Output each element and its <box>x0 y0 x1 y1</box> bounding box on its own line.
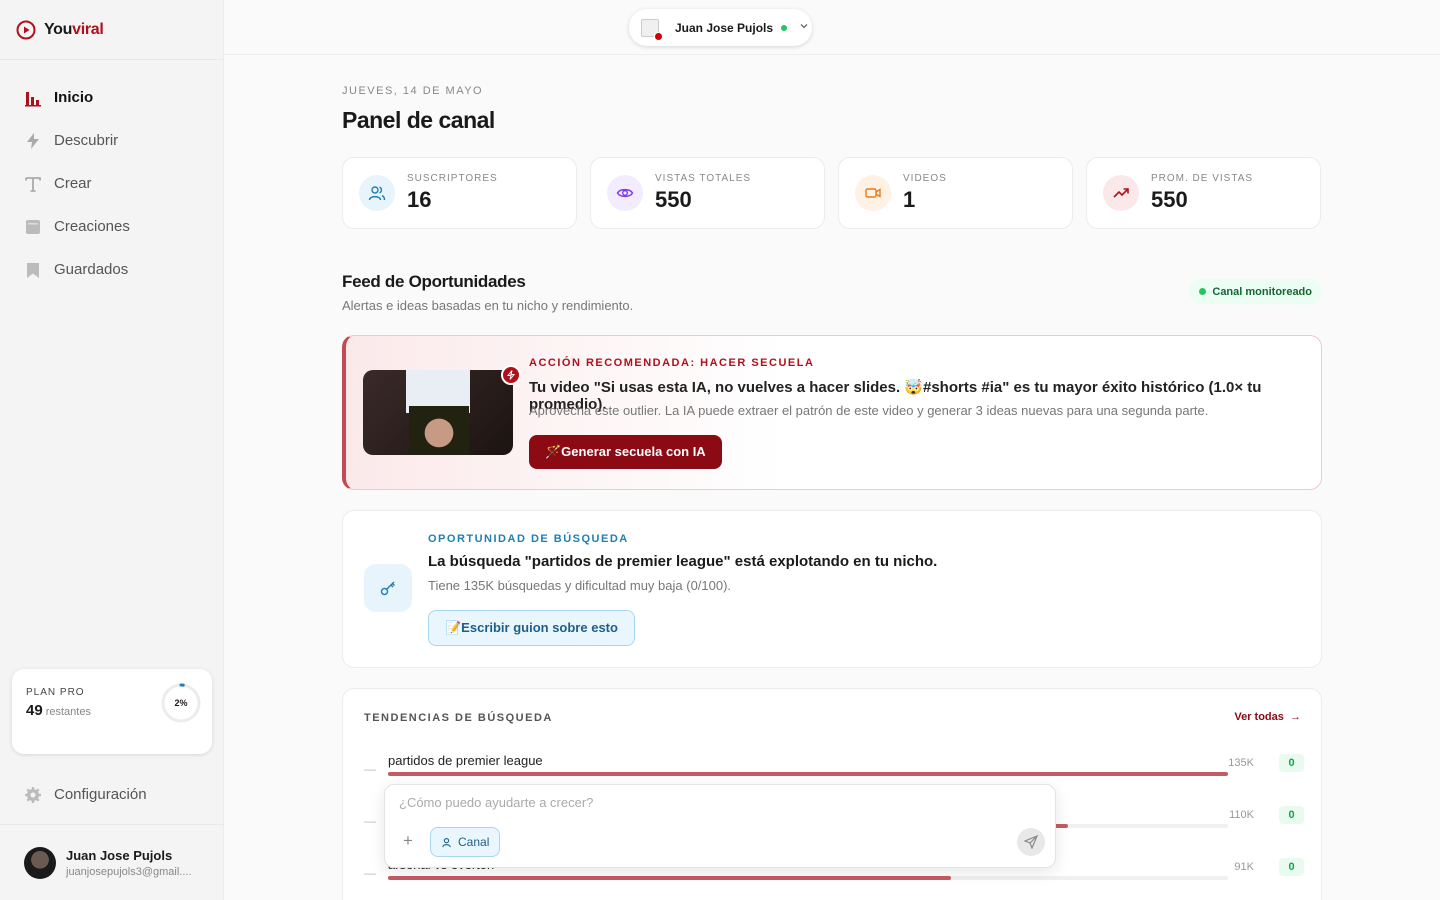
lightning-badge-icon <box>501 365 521 385</box>
folder-icon <box>24 218 42 236</box>
generate-sequel-button[interactable]: 🪄Generar secuela con IA <box>529 435 722 469</box>
online-status-icon <box>781 24 788 31</box>
sidebar-item-crear[interactable]: Crear <box>0 162 223 205</box>
video-thumbnail[interactable] <box>363 370 513 455</box>
avatar <box>24 846 56 879</box>
plan-percent: 2% <box>174 698 188 708</box>
stat-card-videos: VIDEOS 1 <box>838 157 1073 229</box>
trend-score: 0 <box>1279 858 1304 876</box>
chat-input[interactable] <box>399 795 999 810</box>
stat-value: 16 <box>407 187 432 212</box>
brand[interactable]: Youviral <box>0 0 223 60</box>
play-logo-icon <box>16 20 36 40</box>
send-icon[interactable] <box>1017 828 1045 856</box>
plan-card[interactable]: PLAN PRO 49 restantes 2% <box>12 669 212 754</box>
text-icon <box>24 175 42 193</box>
stat-value: 550 <box>1151 187 1188 212</box>
user-name: Juan Jose Pujols <box>66 847 173 863</box>
trend-name: partidos de premier league <box>388 753 543 768</box>
recommendation-card: ACCIÓN RECOMENDADA: HACER SECUELA Tu vid… <box>342 335 1322 490</box>
stat-label: VIDEOS <box>903 173 947 184</box>
stat-label: VISTAS TOTALES <box>655 173 752 184</box>
sidebar-item-guardados[interactable]: Guardados <box>0 248 223 291</box>
gear-icon <box>24 786 42 804</box>
context-chip-canal[interactable]: Canal <box>430 827 501 857</box>
lightning-icon <box>24 132 42 150</box>
view-all-link[interactable]: Ver todas → <box>1234 711 1301 723</box>
sidebar-item-label: Descubrir <box>54 132 119 149</box>
stat-card-vistas-totales: VISTAS TOTALES 550 <box>590 157 825 229</box>
channel-image-icon <box>641 18 663 41</box>
write-script-button[interactable]: 📝Escribir guion sobre esto <box>428 610 635 646</box>
recommendation-description: Aprovecha este outlier. La IA puede extr… <box>529 403 1209 418</box>
stat-label: PROM. DE VISTAS <box>1151 173 1254 184</box>
users-icon <box>359 175 395 211</box>
sidebar-item-label: Configuración <box>54 786 147 803</box>
stat-value: 1 <box>903 187 916 212</box>
trends-title: TENDENCIAS DE BÚSQUEDA <box>364 712 553 724</box>
sidebar-item-label: Crear <box>54 175 92 192</box>
chevron-down-icon <box>799 21 809 34</box>
bookmark-icon <box>24 261 42 279</box>
stat-value: 550 <box>655 187 692 212</box>
search-title: La búsqueda "partidos de premier league"… <box>428 553 938 570</box>
search-description: Tiene 135K búsquedas y dificultad muy ba… <box>428 578 732 593</box>
video-icon <box>855 175 891 211</box>
user-profile[interactable]: Juan Jose Pujols juanjosepujols3@gmail..… <box>0 824 224 900</box>
feed-title: Feed de Oportunidades <box>342 272 526 291</box>
stat-label: SUSCRIPTORES <box>407 173 498 184</box>
search-opportunity-card: OPORTUNIDAD DE BÚSQUEDA La búsqueda "par… <box>342 510 1322 668</box>
trend-bar <box>388 876 1228 880</box>
user-icon <box>441 837 452 848</box>
sidebar-item-configuracion[interactable]: Configuración <box>0 773 224 816</box>
trend-score: 0 <box>1279 806 1304 824</box>
trending-up-icon <box>1103 175 1139 211</box>
sidebar-item-descubrir[interactable]: Descubrir <box>0 119 223 162</box>
recommendation-kicker: ACCIÓN RECOMENDADA: HACER SECUELA <box>529 357 815 369</box>
topbar: Juan Jose Pujols <box>224 0 1440 55</box>
feed-subtitle: Alertas e ideas basadas en tu nicho y re… <box>342 298 634 313</box>
trend-score: 0 <box>1279 754 1304 772</box>
stats-row: SUSCRIPTORES 16 VISTAS TOTALES 550 VIDEO… <box>342 157 1322 229</box>
plus-icon[interactable]: + <box>403 831 413 851</box>
sidebar-item-label: Inicio <box>54 89 94 106</box>
sidebar-item-creaciones[interactable]: Creaciones <box>0 205 223 248</box>
dash-icon: — <box>364 866 376 880</box>
stat-card-promedio-vistas: PROM. DE VISTAS 550 <box>1086 157 1321 229</box>
dash-icon: — <box>364 762 376 776</box>
eye-icon <box>607 175 643 211</box>
status-dot-icon <box>1199 288 1207 295</box>
sidebar-item-label: Guardados <box>54 261 129 278</box>
arrow-right-icon: → <box>1286 711 1301 723</box>
sidebar-item-inicio[interactable]: Inicio <box>0 76 223 119</box>
page-title: Panel de canal <box>342 107 495 133</box>
sidebar-item-label: Creaciones <box>54 218 130 235</box>
trend-volume: 110K <box>1229 809 1254 821</box>
stat-card-suscriptores: SUSCRIPTORES 16 <box>342 157 577 229</box>
sidebar: Youviral Inicio Descubrir Crear Creacion… <box>0 0 224 900</box>
trend-volume: 91K <box>1234 861 1254 873</box>
user-email: juanjosepujols3@gmail.... <box>66 865 192 878</box>
status-badge: Canal monitoreado <box>1189 279 1322 304</box>
search-kicker: OPORTUNIDAD DE BÚSQUEDA <box>428 533 629 545</box>
trend-row[interactable]: — partidos de premier league 135K 0 <box>364 753 1304 787</box>
dash-icon: — <box>364 814 376 828</box>
trend-bar <box>388 772 1228 776</box>
assistant-chat: + Canal <box>384 784 1056 868</box>
trend-volume: 135K <box>1228 757 1254 769</box>
sidebar-nav: Inicio Descubrir Crear Creaciones Guarda… <box>0 60 223 291</box>
current-date: JUEVES, 14 DE MAYO <box>342 85 484 97</box>
channel-name: Juan Jose Pujols <box>675 20 774 35</box>
bar-chart-icon <box>24 89 42 107</box>
brand-name: Youviral <box>44 20 104 38</box>
channel-selector[interactable]: Juan Jose Pujols <box>629 9 812 46</box>
settings-nav: Configuración <box>0 773 224 816</box>
key-icon <box>364 564 412 612</box>
